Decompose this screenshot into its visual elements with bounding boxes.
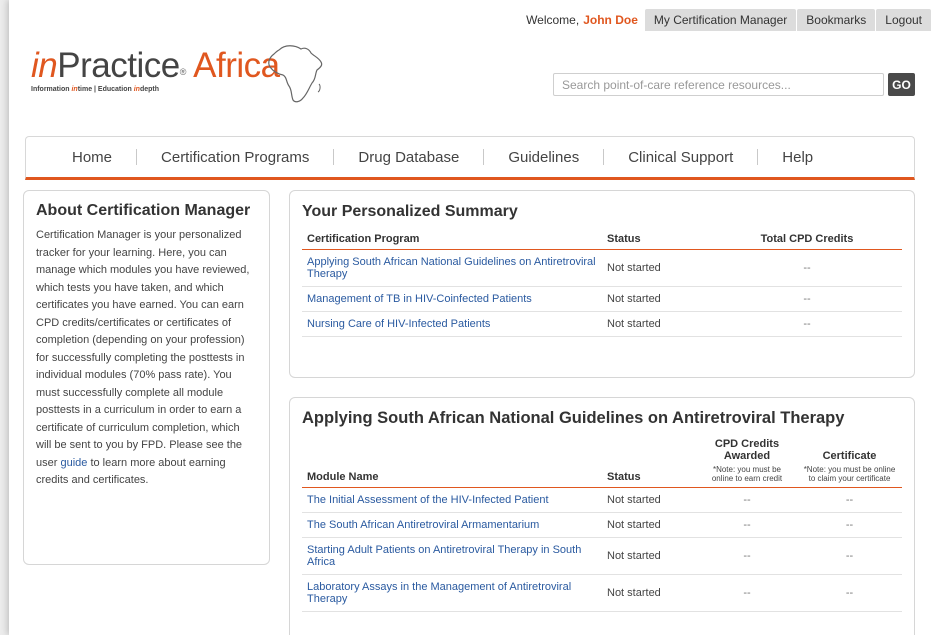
status-cell: Not started <box>602 512 697 538</box>
cpd-cell: -- <box>697 574 797 612</box>
nav-help[interactable]: Help <box>758 149 837 166</box>
table-row: Applying South African National Guidelin… <box>302 249 902 287</box>
about-description: Certification Manager is your personaliz… <box>36 229 250 486</box>
col-header-credits: Total CPD Credits <box>760 233 854 245</box>
program-modules-panel: Applying South African National Guidelin… <box>289 397 915 635</box>
table-row: Starting Adult Patients on Antiretrovira… <box>302 537 902 575</box>
status-cell: Not started <box>602 487 697 513</box>
program-link[interactable]: Management of TB in HIV-Coinfected Patie… <box>302 286 602 312</box>
table-row: Nursing Care of HIV-Infected Patients No… <box>302 311 902 337</box>
credits-cell: -- <box>712 249 902 287</box>
cpd-note: *Note: you must be online to earn credit <box>711 465 783 483</box>
welcome-prefix: Welcome, <box>526 13 580 27</box>
africa-map-icon <box>268 45 323 103</box>
table-row: Management of TB in HIV-Coinfected Patie… <box>302 286 902 312</box>
credits-cell: -- <box>712 286 902 312</box>
search-go-button[interactable]: GO <box>888 73 915 96</box>
program-title: Applying South African National Guidelin… <box>302 409 845 427</box>
cpd-cell: -- <box>697 512 797 538</box>
program-link[interactable]: Nursing Care of HIV-Infected Patients <box>302 311 602 337</box>
credits-cell: -- <box>712 311 902 337</box>
certificate-cell: -- <box>797 487 902 513</box>
module-link[interactable]: Laboratory Assays in the Management of A… <box>302 574 602 612</box>
summary-title: Your Personalized Summary <box>302 203 518 220</box>
col-header-module: Module Name <box>307 471 379 483</box>
my-certification-manager-link[interactable]: My Certification Manager <box>644 9 797 31</box>
col-header-status: Status <box>607 471 641 483</box>
status-cell: Not started <box>602 286 712 312</box>
summary-panel: Your Personalized Summary Certification … <box>289 190 915 378</box>
search-input[interactable] <box>553 73 884 96</box>
status-cell: Not started <box>602 311 712 337</box>
table-row: The Initial Assessment of the HIV-Infect… <box>302 487 902 513</box>
certificate-cell: -- <box>797 537 902 575</box>
module-link[interactable]: The Initial Assessment of the HIV-Infect… <box>302 487 602 513</box>
cpd-cell: -- <box>697 487 797 513</box>
nav-home[interactable]: Home <box>26 149 136 166</box>
certificate-cell: -- <box>797 574 902 612</box>
top-utility-bar: Welcome, John Doe My Certification Manag… <box>520 9 931 31</box>
table-row: The South African Antiretroviral Armamen… <box>302 512 902 538</box>
module-link[interactable]: The South African Antiretroviral Armamen… <box>302 512 602 538</box>
nav-clinical-support[interactable]: Clinical Support <box>604 149 757 166</box>
page: Welcome, John Doe My Certification Manag… <box>9 0 931 635</box>
nav-guidelines[interactable]: Guidelines <box>484 149 603 166</box>
about-panel: About Certification Manager Certificatio… <box>23 190 270 565</box>
logout-link[interactable]: Logout <box>876 9 931 31</box>
user-guide-link[interactable]: guide <box>60 457 87 469</box>
summary-table: Certification Program Status Total CPD C… <box>302 229 902 337</box>
user-name: John Doe <box>583 13 638 27</box>
program-link[interactable]: Applying South African National Guidelin… <box>302 249 602 287</box>
search-bar: GO <box>553 73 915 96</box>
col-header-cpd: CPD Credits Awarded *Note: you must be o… <box>697 434 797 488</box>
col-header-certificate: Certificate *Note: you must be online to… <box>803 450 896 483</box>
status-cell: Not started <box>602 574 697 612</box>
table-row: Laboratory Assays in the Management of A… <box>302 574 902 612</box>
certificate-cell: -- <box>797 512 902 538</box>
modules-table: Module Name Status CPD Credits Awarded *… <box>302 434 902 612</box>
module-link[interactable]: Starting Adult Patients on Antiretrovira… <box>302 537 602 575</box>
certificate-note: *Note: you must be online to claim your … <box>803 465 896 483</box>
about-title: About Certification Manager <box>36 202 251 219</box>
main-navigation: Home Certification Programs Drug Databas… <box>25 136 915 180</box>
logo-practice: Practice <box>57 46 180 85</box>
bookmarks-link[interactable]: Bookmarks <box>797 9 876 31</box>
site-logo[interactable]: inPractice® Africa Information intime | … <box>31 45 331 110</box>
status-cell: Not started <box>602 537 697 575</box>
col-header-program: Certification Program <box>307 233 420 245</box>
nav-certification-programs[interactable]: Certification Programs <box>137 149 333 166</box>
status-cell: Not started <box>602 249 712 287</box>
welcome-message: Welcome, John Doe <box>520 9 644 31</box>
cpd-cell: -- <box>697 537 797 575</box>
col-header-status: Status <box>607 233 641 245</box>
nav-drug-database[interactable]: Drug Database <box>334 149 483 166</box>
logo-in: in <box>31 46 58 85</box>
